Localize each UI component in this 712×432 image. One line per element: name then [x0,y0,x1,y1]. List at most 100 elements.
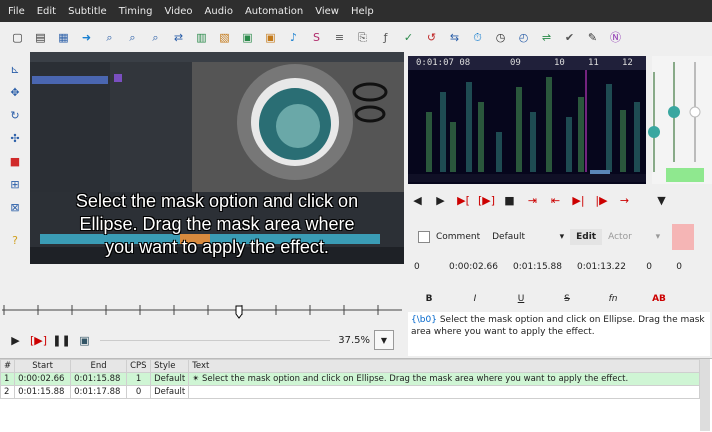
properties-icon[interactable]: ≡ [328,28,351,46]
search-icon[interactable]: ⌕ [144,28,167,46]
move-tool-icon[interactable]: ✥ [0,81,30,104]
prev-line-icon[interactable]: ◀ [406,191,429,209]
play-current-icon[interactable]: [▶] [475,191,498,209]
help-icon[interactable]: ? [0,229,30,252]
film-strip-icon[interactable]: ▣ [259,28,282,46]
select-tool-icon[interactable]: ⊾ [0,58,30,81]
timer-icon[interactable]: ◷ [489,28,512,46]
duration-field[interactable]: 0:01:13.22 [562,262,626,272]
grid-scrollbar[interactable] [700,359,710,431]
audio-time-label: 11 [588,58,599,68]
table-row[interactable]: 1 0:00:02.66 0:01:15.88 1 Default ✴ Sele… [0,372,700,386]
play-after-icon[interactable]: ⇤ [544,191,567,209]
col-number[interactable]: # [0,359,16,373]
color-button[interactable]: AB [636,294,682,304]
zoom-dropdown[interactable]: ▼ [374,330,394,350]
spell-icon[interactable]: ✓ [397,28,420,46]
seek-divider [100,339,330,341]
edit-style-button[interactable]: Edit [570,229,603,245]
play-end-icon[interactable]: |▶ [590,191,613,209]
row-cps: 0 [126,385,152,399]
new-file-icon[interactable]: ▢ [6,28,29,46]
fonts-icon[interactable]: ƒ [374,28,397,46]
actor-field[interactable]: Actor ▾ [608,232,660,242]
translate-icon[interactable]: ⇌ [535,28,558,46]
rotate-z-icon[interactable]: ↻ [0,104,30,127]
menu-edit[interactable]: Edit [31,6,62,17]
resample-icon[interactable]: ↺ [420,28,443,46]
play-selection-icon[interactable]: ▶[ [452,191,475,209]
play-before-icon[interactable]: ⇥ [521,191,544,209]
check-icon[interactable]: ✔ [558,28,581,46]
menu-automation[interactable]: Automation [239,6,309,17]
audio-icon[interactable]: ♪ [282,28,305,46]
clip-icon[interactable]: ⊞ [0,173,30,196]
row-cps: 1 [126,372,152,386]
menu-file[interactable]: File [2,6,31,17]
table-row[interactable]: 2 0:01:15.88 0:01:17.88 0 Default [0,385,700,399]
menu-help[interactable]: Help [345,6,380,17]
effect-field[interactable] [672,224,695,250]
audio-time-label: 10 [554,58,565,68]
video-seek-bar[interactable] [0,300,404,322]
next-line-icon[interactable]: ▶ [429,191,452,209]
zoom-out-icon[interactable]: ⌕ [121,28,144,46]
rotate-xy-icon[interactable]: ✣ [0,127,30,150]
play-line-icon[interactable]: [▶] [27,331,50,349]
style-select[interactable]: Default ▾ [492,232,564,242]
vector-clip-icon[interactable]: ⊠ [0,196,30,219]
replace-icon[interactable]: ⇄ [167,28,190,46]
play-start-icon[interactable]: ▶| [567,191,590,209]
margin-right-field[interactable]: 0 [652,262,682,272]
open-file-icon[interactable]: ▤ [29,28,52,46]
zoom-level[interactable]: 37.5% [330,335,370,346]
start-time-field[interactable]: 0:00:02.66 [436,262,498,272]
spectrogram-band [634,102,640,172]
col-style[interactable]: Style [150,359,190,373]
margin-left-field[interactable]: 0 [626,262,652,272]
underline-button[interactable]: U [498,294,544,304]
autoscroll-icon[interactable]: ▣ [73,331,96,349]
end-time-field[interactable]: 0:01:15.88 [498,262,562,272]
copy-icon[interactable]: ▥ [190,28,213,46]
comment-checkbox[interactable] [418,231,430,243]
col-cps[interactable]: CPS [126,359,152,373]
play-icon[interactable]: ▶ [4,331,27,349]
paste-icon[interactable]: ▧ [213,28,236,46]
actor-placeholder: Actor [608,232,632,242]
menu-timing[interactable]: Timing [113,6,159,17]
menu-video[interactable]: Video [159,6,199,17]
scale-icon[interactable]: ■ [0,150,30,173]
layer-field[interactable]: 0 [406,262,436,272]
italic-button[interactable]: I [452,294,498,304]
col-start[interactable]: Start [14,359,72,373]
stop-icon[interactable]: ■ [498,191,521,209]
menu-audio[interactable]: Audio [199,6,239,17]
spectrogram-band [546,77,552,172]
subtitle-text-editor[interactable]: {\b0} Select the mask option and click o… [408,312,710,356]
jump-icon[interactable]: ➜ [75,28,98,46]
attachments-icon[interactable]: ⎘ [351,28,374,46]
clock-icon[interactable]: ◴ [512,28,535,46]
pause-icon[interactable]: ❚❚ [50,331,73,349]
font-button[interactable]: fn [590,294,636,304]
timing-icon[interactable]: ⏱ [466,28,489,46]
col-end[interactable]: End [70,359,128,373]
styles-icon[interactable]: S [305,28,328,46]
strikeout-button[interactable]: S [544,294,590,304]
col-text[interactable]: Text [188,359,700,373]
tools-icon[interactable]: ✎ [581,28,604,46]
film-icon[interactable]: ▣ [236,28,259,46]
bold-button[interactable]: B [406,294,452,304]
zoom-icon[interactable]: ⌕ [98,28,121,46]
script-icon[interactable]: Ⓝ [604,28,627,46]
audio-options-icon[interactable]: ▼ [650,191,673,209]
shift-icon[interactable]: ⇆ [443,28,466,46]
menu-subtitle[interactable]: Subtitle [62,6,113,17]
seek-thumb[interactable] [235,305,243,319]
play-to-end-icon[interactable]: → [613,191,636,209]
menu-view[interactable]: View [309,6,345,17]
video-display[interactable]: Select the mask option and click on Elli… [30,52,404,264]
audio-display[interactable] [406,52,712,242]
save-icon[interactable]: ▦ [52,28,75,46]
